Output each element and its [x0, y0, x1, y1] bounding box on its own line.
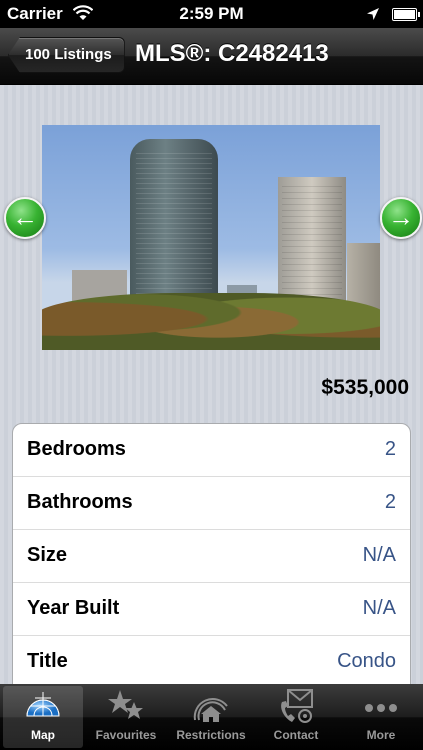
- navigation-bar: 100 Listings MLS®: C2482413: [0, 28, 423, 85]
- tab-label: Restrictions: [176, 728, 246, 742]
- house-icon: [171, 686, 251, 726]
- detail-label: Size: [27, 544, 68, 566]
- detail-value: Condo: [337, 650, 396, 672]
- arrow-right-icon: →: [388, 202, 414, 232]
- tab-contact[interactable]: Contact: [256, 686, 336, 748]
- photo-trees: [42, 293, 380, 350]
- detail-row-year-built: Year Built N/A: [13, 583, 410, 636]
- tab-favourites[interactable]: Favourites: [86, 686, 166, 748]
- tab-label: More: [366, 728, 396, 742]
- details-table: Bedrooms 2 Bathrooms 2 Size N/A Year Bui…: [12, 423, 411, 725]
- battery-icon: [392, 8, 420, 21]
- detail-value: 2: [384, 438, 396, 460]
- more-icon: [341, 686, 421, 726]
- detail-value: N/A: [362, 544, 396, 566]
- stars-icon: [86, 686, 166, 726]
- clock: 2:59 PM: [179, 4, 244, 23]
- next-photo-button[interactable]: →: [380, 197, 422, 239]
- page-title: MLS®: C2482413: [135, 40, 329, 67]
- tab-label: Map: [31, 728, 55, 742]
- previous-photo-button[interactable]: ←: [4, 197, 46, 239]
- detail-row-size: Size N/A: [13, 530, 410, 583]
- tab-restrictions[interactable]: Restrictions: [171, 686, 251, 748]
- tab-label: Favourites: [95, 728, 157, 742]
- detail-label: Year Built: [27, 597, 120, 619]
- tab-label: Contact: [273, 728, 319, 742]
- tab-map[interactable]: Map: [3, 686, 83, 748]
- back-button[interactable]: 100 Listings: [8, 37, 125, 73]
- tab-more[interactable]: More: [341, 686, 421, 748]
- listing-price: $535,000: [321, 376, 409, 399]
- status-bar: Carrier 2:59 PM: [0, 0, 423, 28]
- detail-value: N/A: [362, 597, 396, 619]
- detail-label: Title: [27, 650, 68, 672]
- arrow-left-icon: ←: [12, 202, 38, 232]
- detail-value: 2: [384, 491, 396, 513]
- globe-icon: [3, 686, 83, 726]
- detail-label: Bedrooms: [27, 438, 126, 460]
- detail-row-bedrooms: Bedrooms 2: [13, 424, 410, 477]
- detail-label: Bathrooms: [27, 491, 133, 513]
- contact-icon: [256, 686, 336, 726]
- location-arrow-icon: [366, 6, 380, 26]
- listing-photo[interactable]: [42, 125, 380, 350]
- detail-row-bathrooms: Bathrooms 2: [13, 477, 410, 530]
- detail-row-title: Title Condo: [13, 636, 410, 689]
- tab-bar: Map Favourites Restrictions Contact More: [0, 684, 423, 750]
